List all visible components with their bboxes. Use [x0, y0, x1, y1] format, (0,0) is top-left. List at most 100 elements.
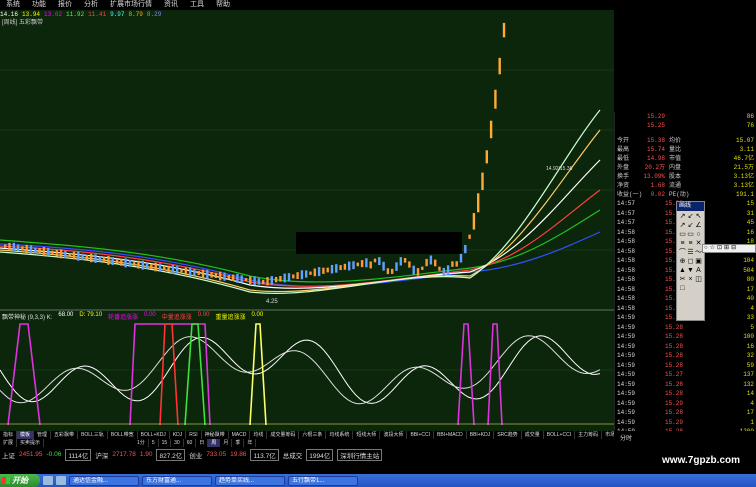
- blank-overlay: [296, 232, 462, 254]
- draw-tool-icon[interactable]: ↗: [679, 222, 686, 230]
- candle: [180, 268, 183, 273]
- right-tab[interactable]: 分时: [614, 431, 756, 448]
- mini-tool-icon[interactable]: ○: [704, 245, 708, 252]
- indicator-tab[interactable]: BBI+KDJ: [467, 431, 495, 439]
- draw-tool-icon[interactable]: ○: [695, 231, 702, 239]
- indicator-tab[interactable]: 均线系统: [326, 431, 354, 439]
- draw-tool-icon[interactable]: ✂: [679, 276, 686, 284]
- taskbar-item[interactable]: 趋势单买线...: [215, 475, 285, 486]
- kline-chart-panel[interactable]: 14.16 13.94 13.62 11.92 11.41 9.97 8.79 8.29 [周…: [0, 10, 614, 431]
- menu-item[interactable]: 分析: [78, 0, 104, 10]
- draw-tool-icon[interactable]: ×: [687, 276, 694, 284]
- start-button[interactable]: 开始: [0, 474, 40, 487]
- draw-tool-icon[interactable]: ↖: [695, 213, 702, 221]
- indicator-tab[interactable]: BBI+MACD: [434, 431, 467, 439]
- candle: [399, 257, 402, 266]
- draw-tool-icon[interactable]: ↗: [679, 213, 686, 221]
- candle: [257, 278, 261, 285]
- draw-tool-icon[interactable]: ◫: [695, 276, 702, 284]
- period-tab[interactable]: 周: [208, 439, 221, 447]
- period-tab[interactable]: 季: [232, 439, 245, 447]
- draw-tool-icon[interactable]: ▭: [687, 231, 694, 239]
- draw-tool-icon[interactable]: [695, 285, 702, 293]
- menu-item[interactable]: 系统: [0, 0, 26, 10]
- indicator-tab[interactable]: 短线大师: [353, 431, 381, 439]
- indicator-tab[interactable]: BBI+CCI: [407, 431, 435, 439]
- draw-tool-icon[interactable]: ◻: [687, 258, 694, 266]
- quicklaunch-icon[interactable]: [43, 476, 53, 485]
- menu-item[interactable]: 工具: [184, 0, 210, 10]
- extension-tab[interactable]: 买卖提示: [17, 439, 45, 447]
- draw-tool-icon[interactable]: A: [695, 267, 702, 275]
- period-tab[interactable]: 5: [149, 439, 159, 447]
- indicator-tab[interactable]: BOLL三轨: [78, 431, 108, 439]
- quicklaunch-icon[interactable]: [56, 476, 66, 485]
- indicator-tab[interactable]: 管理: [34, 431, 52, 439]
- menu-item[interactable]: 资讯: [158, 0, 184, 10]
- indicator-tab[interactable]: 模板: [17, 431, 35, 439]
- indicator-tab[interactable]: 六根三条: [299, 431, 327, 439]
- menu-item[interactable]: 扩展市场行情: [104, 0, 158, 10]
- draw-tool-icon[interactable]: ↙: [687, 213, 694, 221]
- draw-tool-icon[interactable]: 〜: [695, 249, 702, 257]
- mini-toolbar[interactable]: ○ ☆ ⊡ ⊞ ⊟: [702, 244, 756, 253]
- indicator-tab[interactable]: SRC趋势: [494, 431, 522, 439]
- indicator-tab[interactable]: BOLL带宽: [108, 431, 138, 439]
- indicator-tab[interactable]: 成交量: [522, 431, 544, 439]
- draw-tool-icon[interactable]: ∠: [695, 222, 702, 230]
- draw-tool-icon[interactable]: ↙: [687, 222, 694, 230]
- mini-tool-icon[interactable]: ⊞: [724, 245, 729, 252]
- connection-status[interactable]: 深圳行情主站: [337, 448, 383, 461]
- draw-tool-icon[interactable]: □: [679, 285, 686, 293]
- tick-time: 14:59: [617, 390, 636, 397]
- mini-tool-icon[interactable]: ⊡: [717, 245, 722, 252]
- indicator-tab[interactable]: 市场三线: [602, 431, 614, 439]
- period-tab[interactable]: 15: [159, 439, 172, 447]
- indicator-tab[interactable]: BOLL+CCI: [544, 431, 576, 439]
- indicator-tab[interactable]: 均线: [250, 431, 268, 439]
- indicator-tab[interactable]: RSI: [186, 431, 202, 439]
- mini-tool-icon[interactable]: ☆: [710, 245, 715, 252]
- quote-row: 外盘 20.2万 内盘 21.5万: [615, 163, 756, 172]
- draw-tool-icon[interactable]: ✕: [695, 240, 702, 248]
- draw-tool-icon[interactable]: ▼: [687, 267, 694, 275]
- period-tab[interactable]: 60: [184, 439, 197, 447]
- indicator-tab[interactable]: KDJ: [170, 431, 187, 439]
- draw-tool-icon[interactable]: ▭: [679, 231, 686, 239]
- mini-tool-icon[interactable]: ⊟: [731, 245, 736, 252]
- draw-tool-icon[interactable]: ☰: [687, 249, 694, 257]
- indicator-tab-bar[interactable]: 指标 模板 管理 五彩飘带 BOLL三轨 BOLL带宽 BOLL+KDJ KDJ RSI 神秘飘带…: [0, 431, 614, 448]
- indicator-extra-2: 中量追涨涨: [161, 315, 192, 321]
- indicator-tab[interactable]: 神秘飘带: [202, 431, 229, 439]
- indicator-tab[interactable]: 主力筹码: [575, 431, 603, 439]
- period-tab[interactable]: 30: [171, 439, 184, 447]
- taskbar-item[interactable]: 五行飘带1...: [288, 475, 358, 486]
- draw-toolbox[interactable]: 画线 ↗ ↙ ↖ ↗ ↙ ∠ ▭ ▭ ○ ≡ ≡ ✕ ⌒ ☰ 〜 ⊕ ◻ ▣ ▲ ▼ A ✂ × ◫ □: [676, 201, 705, 321]
- draw-tool-icon[interactable]: ⊕: [679, 258, 686, 266]
- period-tab[interactable]: 年: [244, 439, 257, 447]
- period-tab[interactable]: 日: [196, 439, 209, 447]
- taskbar-item[interactable]: 通达信金融...: [69, 475, 139, 486]
- period-tab[interactable]: 月: [220, 439, 233, 447]
- menu-item[interactable]: 帮助: [210, 0, 236, 10]
- indicator-tab[interactable]: 波段大师: [380, 431, 408, 439]
- indicator-tab[interactable]: 五彩飘带: [51, 431, 79, 439]
- indicator-tab[interactable]: 指标: [0, 431, 18, 439]
- indicator-tab[interactable]: MACD: [229, 431, 251, 439]
- indicator-tab[interactable]: BOLL+KDJ: [138, 431, 170, 439]
- draw-tool-icon[interactable]: ≡: [679, 240, 686, 248]
- menu-item[interactable]: 报价: [52, 0, 78, 10]
- draw-tool-icon[interactable]: [687, 285, 694, 293]
- draw-tool-icon[interactable]: ▣: [695, 258, 702, 266]
- draw-tool-icon[interactable]: ⌒: [679, 249, 686, 257]
- draw-tool-icon[interactable]: ▲: [679, 267, 686, 275]
- tick-row: 14:59 15.29 1: [615, 418, 756, 428]
- indicator-tab[interactable]: 成交量筹码: [267, 431, 300, 439]
- period-tab[interactable]: 1分: [134, 439, 149, 447]
- extension-tab[interactable]: 扩展: [0, 439, 18, 447]
- menu-item[interactable]: 功能: [26, 0, 52, 10]
- candle: [438, 266, 441, 271]
- cy-amount: 113.7亿: [250, 448, 279, 461]
- taskbar-item[interactable]: 东方财富通...: [142, 475, 212, 486]
- draw-tool-icon[interactable]: ≡: [687, 240, 694, 248]
